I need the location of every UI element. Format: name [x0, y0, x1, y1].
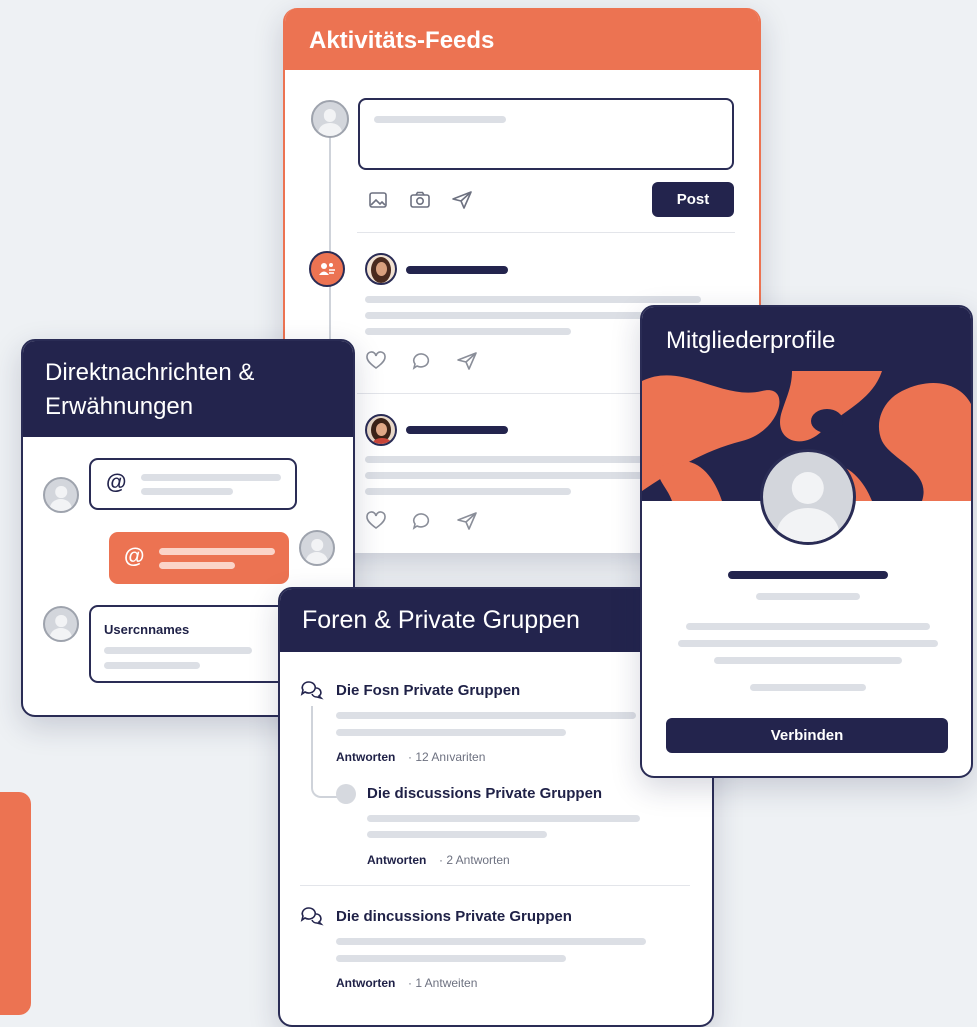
- chat-bubble-icon: [300, 907, 324, 926]
- profile-bio-line: [750, 684, 866, 691]
- chat-bubble-icon: [300, 681, 324, 700]
- thread-text-line: [367, 815, 640, 822]
- user-group-badge: [309, 251, 345, 287]
- placeholder-line: [374, 116, 506, 123]
- activity-feed-header: Aktivitäts-Feeds: [285, 8, 759, 70]
- post-text-line: [365, 312, 665, 319]
- avatar: [299, 530, 335, 566]
- send-icon[interactable]: [451, 190, 473, 210]
- thread-text-line: [336, 729, 566, 736]
- thread-text-line: [336, 938, 646, 945]
- divider: [300, 885, 690, 886]
- comment-icon[interactable]: [411, 511, 433, 531]
- message-bubble[interactable]: @: [89, 458, 297, 510]
- member-profile-card: Mitgliederprofile Verbinden: [640, 305, 973, 778]
- camera-icon[interactable]: [409, 190, 431, 210]
- thread-meta-count: · 2 Antworten: [439, 853, 510, 867]
- post-composer-input[interactable]: [358, 98, 734, 170]
- direct-messages-header: Direktnachrichten & Erwähnungen: [23, 341, 353, 437]
- user-group-icon: [319, 263, 335, 275]
- share-icon[interactable]: [456, 351, 478, 371]
- post-author-line: [406, 426, 508, 434]
- post-author-line: [406, 266, 508, 274]
- avatar: [43, 477, 79, 513]
- username-label: Usercnnames: [104, 622, 190, 637]
- message-bubble[interactable]: Usercnnames: [89, 605, 291, 683]
- profile-bio-line: [678, 640, 938, 647]
- reply-connector: [311, 706, 337, 798]
- profile-avatar: [760, 449, 856, 545]
- thread-meta-count: · 12 Anıvariten: [408, 750, 486, 764]
- thread-text-line: [336, 955, 566, 962]
- mention-icon: @: [124, 545, 145, 568]
- thread-text-line: [367, 831, 547, 838]
- message-line: [141, 488, 233, 495]
- member-profile-header: Mitgliederprofile: [642, 307, 971, 371]
- profile-name-line: [728, 571, 888, 579]
- profile-bio-line: [686, 623, 930, 630]
- mention-icon: @: [106, 471, 127, 494]
- profile-subtitle-line: [756, 593, 860, 600]
- direct-messages-title: Direktnachrichten &: [45, 359, 255, 386]
- post-text-line: [365, 472, 665, 479]
- share-icon[interactable]: [456, 511, 478, 531]
- message-line: [159, 562, 235, 569]
- direct-messages-title: Erwähnungen: [45, 393, 194, 420]
- divider: [357, 232, 735, 233]
- member-profile-title: Mitgliederprofile: [666, 327, 836, 354]
- post-text-line: [365, 488, 571, 495]
- image-icon[interactable]: [368, 190, 388, 210]
- message-line: [104, 662, 200, 669]
- thread-meta-label: Antworten: [336, 976, 396, 990]
- thread-title[interactable]: Die discussions Private Gruppen: [367, 785, 602, 802]
- thread-meta-label: Antworten: [367, 853, 427, 867]
- avatar: [43, 606, 79, 642]
- avatar: [365, 253, 397, 285]
- forums-title: Foren & Private Gruppen: [302, 606, 580, 634]
- message-line: [159, 548, 275, 555]
- post-text-line: [365, 296, 701, 303]
- profile-bio-line: [714, 657, 902, 664]
- message-line: [104, 647, 252, 654]
- thread-title[interactable]: Die dincussions Private Gruppen: [336, 908, 572, 925]
- decorative-orange-block: [0, 792, 31, 1015]
- comment-icon[interactable]: [411, 351, 433, 371]
- heart-icon[interactable]: [365, 511, 387, 531]
- avatar: [311, 100, 349, 138]
- thread-meta-count: · 1 Antweiten: [408, 976, 478, 990]
- message-bubble-outgoing[interactable]: @: [109, 532, 289, 584]
- avatar: [336, 784, 356, 804]
- avatar: [365, 414, 397, 446]
- thread-text-line: [336, 712, 636, 719]
- thread-title[interactable]: Die Fosn Private Gruppen: [336, 682, 520, 699]
- activity-feed-title: Aktivitäts-Feeds: [309, 27, 495, 54]
- thread-meta-label: Antworten: [336, 750, 396, 764]
- heart-icon[interactable]: [365, 351, 387, 371]
- connect-button[interactable]: Verbinden: [666, 718, 948, 753]
- post-text-line: [365, 328, 571, 335]
- post-button[interactable]: Post: [652, 182, 734, 217]
- message-line: [141, 474, 281, 481]
